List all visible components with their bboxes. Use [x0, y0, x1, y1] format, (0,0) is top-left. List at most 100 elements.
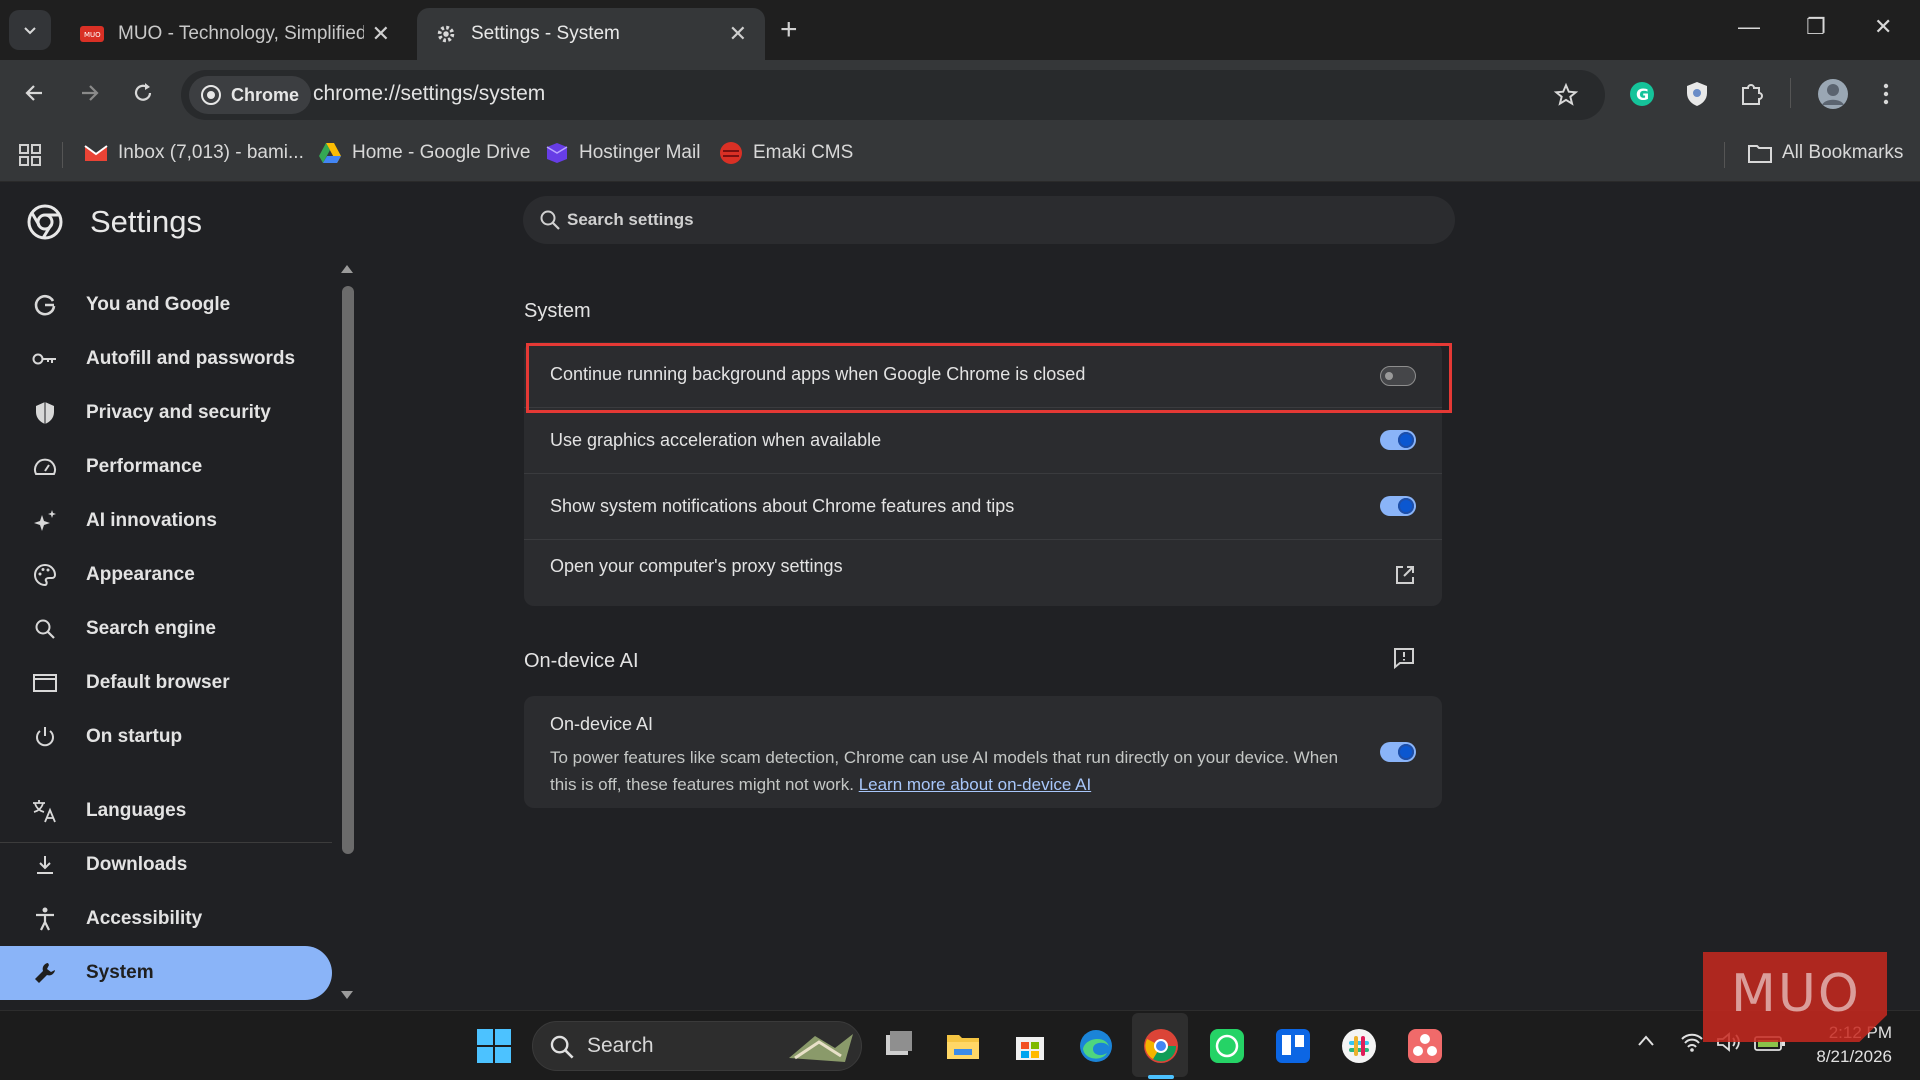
palette-icon [32, 562, 58, 588]
search-icon [550, 1035, 574, 1059]
search-icon [540, 210, 560, 230]
scroll-up-icon[interactable] [339, 262, 355, 274]
search-input[interactable] [567, 196, 1367, 244]
sidebar-item-default-browser[interactable]: Default browser [0, 656, 332, 710]
sidebar-item-on-startup[interactable]: On startup [0, 710, 332, 764]
sidebar-item-privacy[interactable]: Privacy and security [0, 386, 332, 440]
asana-icon[interactable] [1406, 1027, 1444, 1065]
learn-more-link[interactable]: Learn more about on-device AI [859, 775, 1091, 794]
system-notifications-toggle[interactable] [1380, 496, 1416, 516]
file-explorer-icon[interactable] [944, 1027, 982, 1065]
sidebar-item-downloads[interactable]: Downloads [0, 838, 332, 892]
shield-icon [32, 400, 58, 426]
shield-extension-icon[interactable] [1684, 80, 1710, 108]
settings-sidebar: You and Google Autofill and passwords Pr… [0, 260, 340, 1010]
emaki-icon [719, 141, 743, 165]
graphics-acceleration-row[interactable]: Use graphics acceleration when available [524, 408, 1442, 474]
forward-icon[interactable] [76, 80, 102, 106]
gear-icon [437, 25, 455, 43]
system-section-title: System [524, 300, 591, 322]
sparkle-icon [32, 508, 58, 534]
windows-start-icon[interactable] [476, 1028, 512, 1064]
extensions-puzzle-icon[interactable] [1738, 80, 1766, 108]
site-info-chip[interactable]: Chrome [189, 76, 312, 114]
sidebar-item-autofill[interactable]: Autofill and passwords [0, 332, 332, 386]
google-icon [32, 292, 58, 318]
drive-icon [318, 141, 342, 165]
on-device-ai-row-title: On-device AI [550, 714, 654, 734]
close-tab-icon[interactable]: ✕ [372, 21, 390, 47]
address-bar[interactable]: Chrome chrome://settings/system [181, 70, 1605, 120]
external-link-icon[interactable] [1394, 564, 1416, 586]
tab-title: Settings - System [471, 23, 620, 44]
url-text[interactable]: chrome://settings/system [313, 82, 545, 106]
whatsapp-icon[interactable] [1208, 1027, 1246, 1065]
profile-avatar[interactable] [1817, 78, 1849, 110]
tab-search-button[interactable] [9, 10, 51, 50]
minimize-icon[interactable]: — [1738, 14, 1760, 40]
row-label: Use graphics acceleration when available [550, 430, 882, 450]
chrome-logo-icon [201, 85, 221, 105]
tab-strip: MUO MUO - Technology, Simplified. ✕ Sett… [0, 0, 1920, 60]
more-menu-icon[interactable] [1878, 82, 1894, 106]
bookmark-inbox[interactable]: Inbox (7,013) - bami... [84, 141, 304, 165]
all-bookmarks[interactable]: All Bookmarks [1748, 141, 1903, 165]
reload-icon[interactable] [130, 80, 156, 106]
chrome-logo-icon [27, 204, 63, 240]
chevron-down-icon [24, 27, 36, 35]
proxy-settings-row[interactable]: Open your computer's proxy settings [524, 540, 1442, 606]
scroll-down-icon[interactable] [339, 990, 355, 1002]
sidebar-item-appearance[interactable]: Appearance [0, 548, 332, 602]
sidebar-item-performance[interactable]: Performance [0, 440, 332, 494]
hostinger-icon [545, 141, 569, 165]
svg-text:MUO: MUO [84, 31, 101, 39]
chrome-taskbar-icon[interactable] [1142, 1027, 1180, 1065]
slack-icon[interactable] [1340, 1027, 1378, 1065]
restore-icon[interactable]: ❐ [1806, 14, 1826, 40]
search-highlight-art-icon [789, 1034, 853, 1062]
new-tab-button[interactable]: + [780, 12, 798, 48]
apps-grid-icon[interactable] [18, 143, 42, 167]
on-device-ai-card: On-device AI To power features like scam… [524, 696, 1442, 808]
sidebar-item-accessibility[interactable]: Accessibility [0, 892, 332, 946]
on-device-ai-toggle[interactable] [1380, 742, 1416, 762]
key-icon [32, 346, 58, 372]
grammarly-icon[interactable]: G [1628, 80, 1656, 108]
bookmark-hostinger[interactable]: Hostinger Mail [545, 141, 700, 165]
sidebar-item-system[interactable]: System [0, 946, 332, 1000]
browser-window-icon [32, 670, 58, 696]
download-icon [32, 852, 58, 878]
highlight-box [526, 343, 1452, 413]
feedback-icon[interactable] [1392, 646, 1416, 670]
microsoft-store-icon[interactable] [1011, 1027, 1049, 1065]
tab-muo[interactable]: MUO MUO - Technology, Simplified. ✕ [62, 8, 408, 60]
sidebar-item-ai[interactable]: AI innovations [0, 494, 332, 548]
bookmark-emaki[interactable]: Emaki CMS [719, 141, 853, 165]
show-hidden-icons-chevron-up-icon[interactable] [1636, 1031, 1656, 1051]
task-view-icon[interactable] [880, 1027, 918, 1065]
bookmark-star-icon[interactable] [1553, 82, 1579, 108]
edge-browser-icon[interactable] [1077, 1027, 1115, 1065]
muo-favicon: MUO [80, 26, 104, 42]
taskbar-search[interactable]: Search [532, 1021, 862, 1071]
window-close-icon[interactable]: ✕ [1874, 14, 1892, 40]
sidebar-item-languages[interactable]: Languages [0, 784, 332, 838]
search-icon [32, 616, 58, 642]
graphics-acceleration-toggle[interactable] [1380, 430, 1416, 450]
sidebar-item-you-and-google[interactable]: You and Google [0, 278, 332, 332]
sidebar-item-search-engine[interactable]: Search engine [0, 602, 332, 656]
wifi-icon[interactable] [1680, 1031, 1704, 1053]
taskbar-search-label: Search [587, 1034, 654, 1057]
bookmark-drive[interactable]: Home - Google Drive [318, 141, 530, 165]
windows-taskbar: Search 2:12 PM 8/21/2026 [0, 1010, 1920, 1080]
speedometer-icon [32, 454, 58, 480]
on-device-ai-section-title: On-device AI [524, 650, 639, 672]
sidebar-scroll-thumb[interactable] [342, 286, 354, 854]
tab-settings[interactable]: Settings - System ✕ [417, 8, 765, 60]
back-icon[interactable] [22, 80, 48, 106]
settings-title: Settings [90, 204, 203, 239]
system-notifications-row[interactable]: Show system notifications about Chrome f… [524, 474, 1442, 540]
trello-icon[interactable] [1274, 1027, 1312, 1065]
search-settings[interactable] [523, 196, 1455, 244]
close-tab-icon[interactable]: ✕ [729, 21, 747, 47]
